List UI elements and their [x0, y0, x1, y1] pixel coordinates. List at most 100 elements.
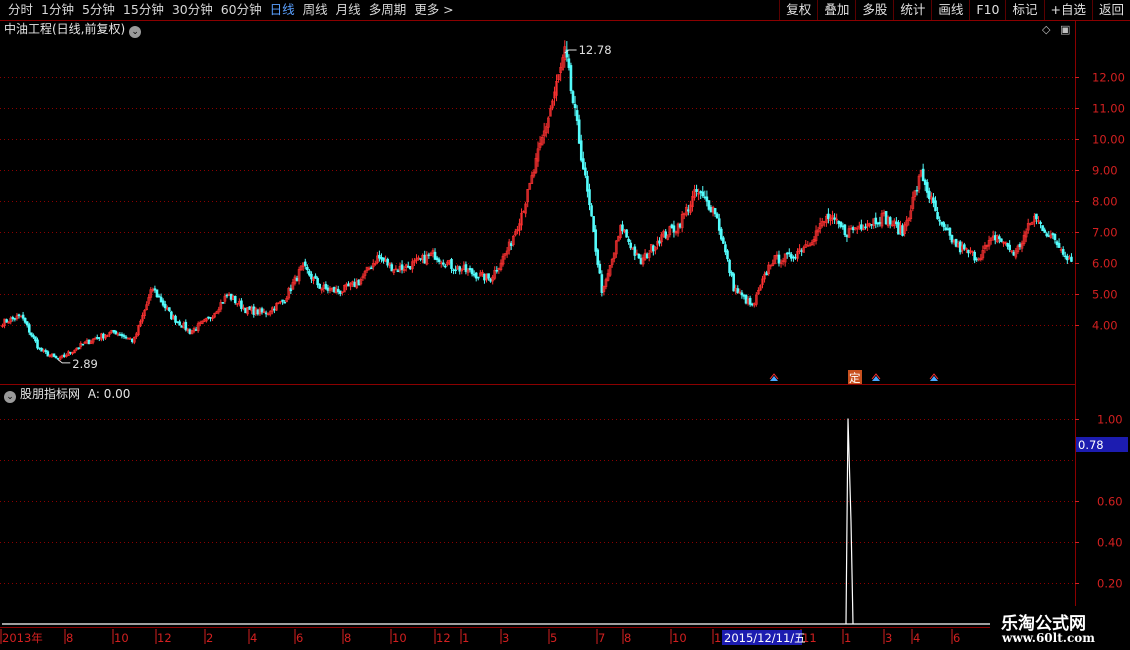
candle-body [726, 250, 729, 260]
y-tick-label: 9.00 [1092, 164, 1118, 178]
candle-body [369, 267, 373, 270]
candle-body [180, 325, 183, 328]
current-value-label: 0.78 [1078, 438, 1104, 452]
candle-body [1045, 233, 1049, 237]
candle-body [38, 347, 41, 350]
candle-body [888, 217, 892, 225]
candle-body [794, 257, 797, 259]
candle-body [884, 211, 888, 225]
candle-body [114, 330, 118, 335]
candle-body [248, 306, 251, 310]
candle-body [1041, 225, 1044, 231]
candle-body [841, 225, 845, 228]
candle-body [1061, 249, 1065, 255]
candle-body [765, 272, 768, 276]
candle-body [476, 276, 480, 279]
candle-body [221, 302, 225, 304]
candle-body [32, 334, 35, 338]
candle-body [34, 336, 37, 342]
max-label: 12.78 [579, 43, 612, 57]
candle-body [923, 180, 927, 185]
candle-body [942, 222, 946, 228]
candle-body [928, 190, 931, 200]
candle-body [732, 273, 735, 292]
candle-body [567, 58, 571, 68]
candle-body [207, 316, 210, 319]
candle-body [464, 264, 468, 272]
y-tick-label: 11.00 [1092, 102, 1125, 116]
candle-body [744, 294, 748, 304]
candle-body [409, 266, 412, 270]
candle-body [98, 337, 101, 339]
candle-body [188, 329, 192, 334]
candle-body [678, 223, 682, 228]
candle-body [600, 274, 604, 293]
candle-body [454, 269, 457, 272]
candle-body [1035, 213, 1038, 220]
candle-body [1018, 243, 1022, 247]
candle-body [687, 209, 690, 212]
candle-body [707, 200, 711, 210]
candle-body [46, 351, 50, 357]
candle-body [470, 268, 474, 275]
candle-body [709, 206, 713, 213]
candle-body [264, 312, 268, 315]
candle-body [252, 306, 256, 315]
candle-body [386, 258, 389, 266]
candle-body [353, 282, 356, 287]
x-tick-label: 5 [550, 631, 557, 645]
candle-body [184, 321, 188, 331]
candle-body [1012, 252, 1016, 256]
candle-body [308, 270, 311, 276]
candle-body [594, 229, 597, 252]
x-tick-label: 6 [953, 631, 960, 645]
candle-body [155, 289, 159, 298]
candle-body [790, 254, 793, 259]
x-tick-label: 2013年 [2, 631, 43, 645]
candle-body [592, 216, 595, 233]
candle-body [843, 224, 847, 236]
candle-body [153, 288, 157, 291]
y-tick-label: 7.00 [1092, 226, 1118, 240]
candle-body [787, 252, 791, 254]
candle-body [963, 244, 966, 250]
candle-body [1051, 233, 1055, 236]
candle-body [633, 246, 637, 256]
candle-body [441, 262, 445, 265]
candle-body [256, 309, 260, 315]
candle-body [901, 225, 904, 236]
x-tick-label: 10 [392, 631, 407, 645]
candle-body [730, 271, 733, 276]
candle-body [672, 225, 676, 233]
candle-body [452, 269, 455, 271]
y-tick-label: 4.00 [1092, 319, 1118, 333]
candle-body [102, 333, 105, 339]
candle-body [118, 334, 122, 336]
x-tick-label: 12 [157, 631, 172, 645]
candle-body [209, 317, 212, 319]
candle-body [748, 297, 752, 305]
candle-body [400, 264, 404, 270]
candle-body [973, 251, 976, 261]
candle-body [303, 261, 307, 266]
candle-body [5, 319, 8, 323]
candle-body [56, 357, 60, 360]
candle-body [958, 241, 962, 253]
candle-body [851, 227, 855, 231]
candle-body [579, 140, 583, 161]
indicator-tick-label: 0.20 [1097, 577, 1123, 591]
candle-body [120, 334, 124, 337]
candle-body [157, 295, 161, 298]
candle-body [878, 222, 882, 225]
candle-body [827, 213, 830, 220]
candle-body [582, 158, 585, 170]
x-tick-label: 7 [598, 631, 605, 645]
candle-body [332, 287, 336, 292]
candle-body [289, 288, 293, 292]
candle-body [645, 253, 649, 259]
candle-body [658, 240, 661, 244]
chart-canvas[interactable]: 12.0011.0010.009.008.007.006.005.004.001… [0, 0, 1130, 650]
candle-body [176, 321, 179, 323]
indicator-tick-label: 1.00 [1097, 413, 1123, 427]
x-tick-label: 1 [844, 631, 851, 645]
